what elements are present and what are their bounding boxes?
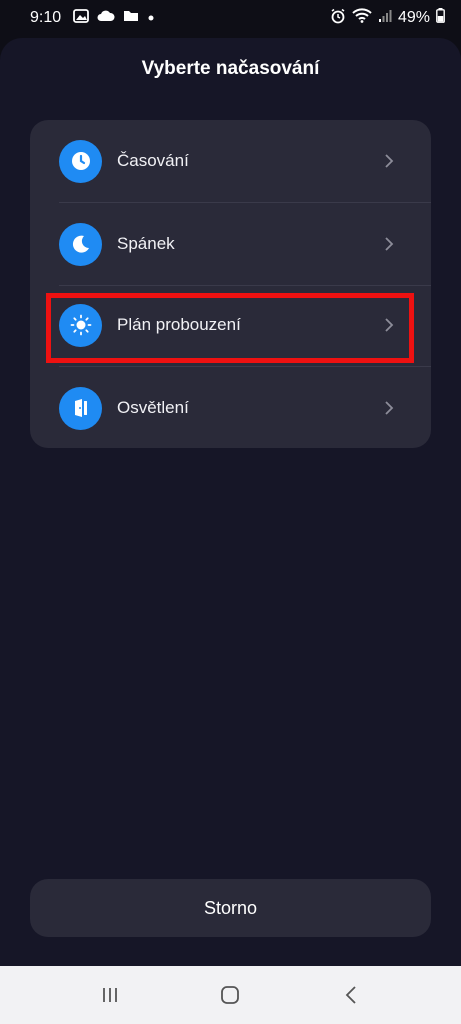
navigation-bar	[0, 966, 461, 1024]
door-light-icon	[59, 386, 102, 430]
folder-icon	[123, 9, 139, 27]
clock-time: 9:10	[30, 9, 62, 26]
recent-apps-icon[interactable]	[90, 975, 130, 1015]
option-label: Spánek	[117, 234, 175, 253]
battery-icon	[436, 8, 445, 28]
gallery-icon	[73, 8, 90, 28]
signal-icon	[378, 9, 392, 28]
option-label: Osvětlení	[117, 398, 189, 417]
moon-icon	[59, 222, 102, 266]
chevron-right-icon	[377, 396, 401, 420]
cancel-button[interactable]: Storno	[30, 879, 431, 937]
home-icon[interactable]	[210, 975, 250, 1015]
clock-icon	[59, 139, 102, 183]
chevron-right-icon	[377, 149, 401, 173]
chevron-right-icon	[377, 232, 401, 256]
back-icon[interactable]	[331, 975, 371, 1015]
option-label: Časování	[117, 151, 189, 170]
wifi-icon	[352, 8, 372, 28]
cloud-icon	[97, 9, 115, 27]
alarm-icon	[330, 8, 346, 29]
timing-options-card: Časování Spánek Plán probouzení Osvětlen…	[30, 120, 431, 448]
status-bar: 9:10 49%	[0, 0, 461, 36]
sheet-title: Vyberte načasování	[141, 58, 320, 79]
dot-icon	[147, 9, 155, 27]
battery-percent: 49%	[397, 9, 430, 26]
option-casovani[interactable]: Časování	[30, 120, 431, 202]
option-spanek[interactable]: Spánek	[30, 203, 431, 285]
highlight-box	[46, 293, 414, 363]
status-bar-right: 49%	[330, 8, 445, 29]
status-bar-left: 9:10	[30, 8, 155, 28]
option-osvetleni[interactable]: Osvětlení	[30, 367, 431, 448]
